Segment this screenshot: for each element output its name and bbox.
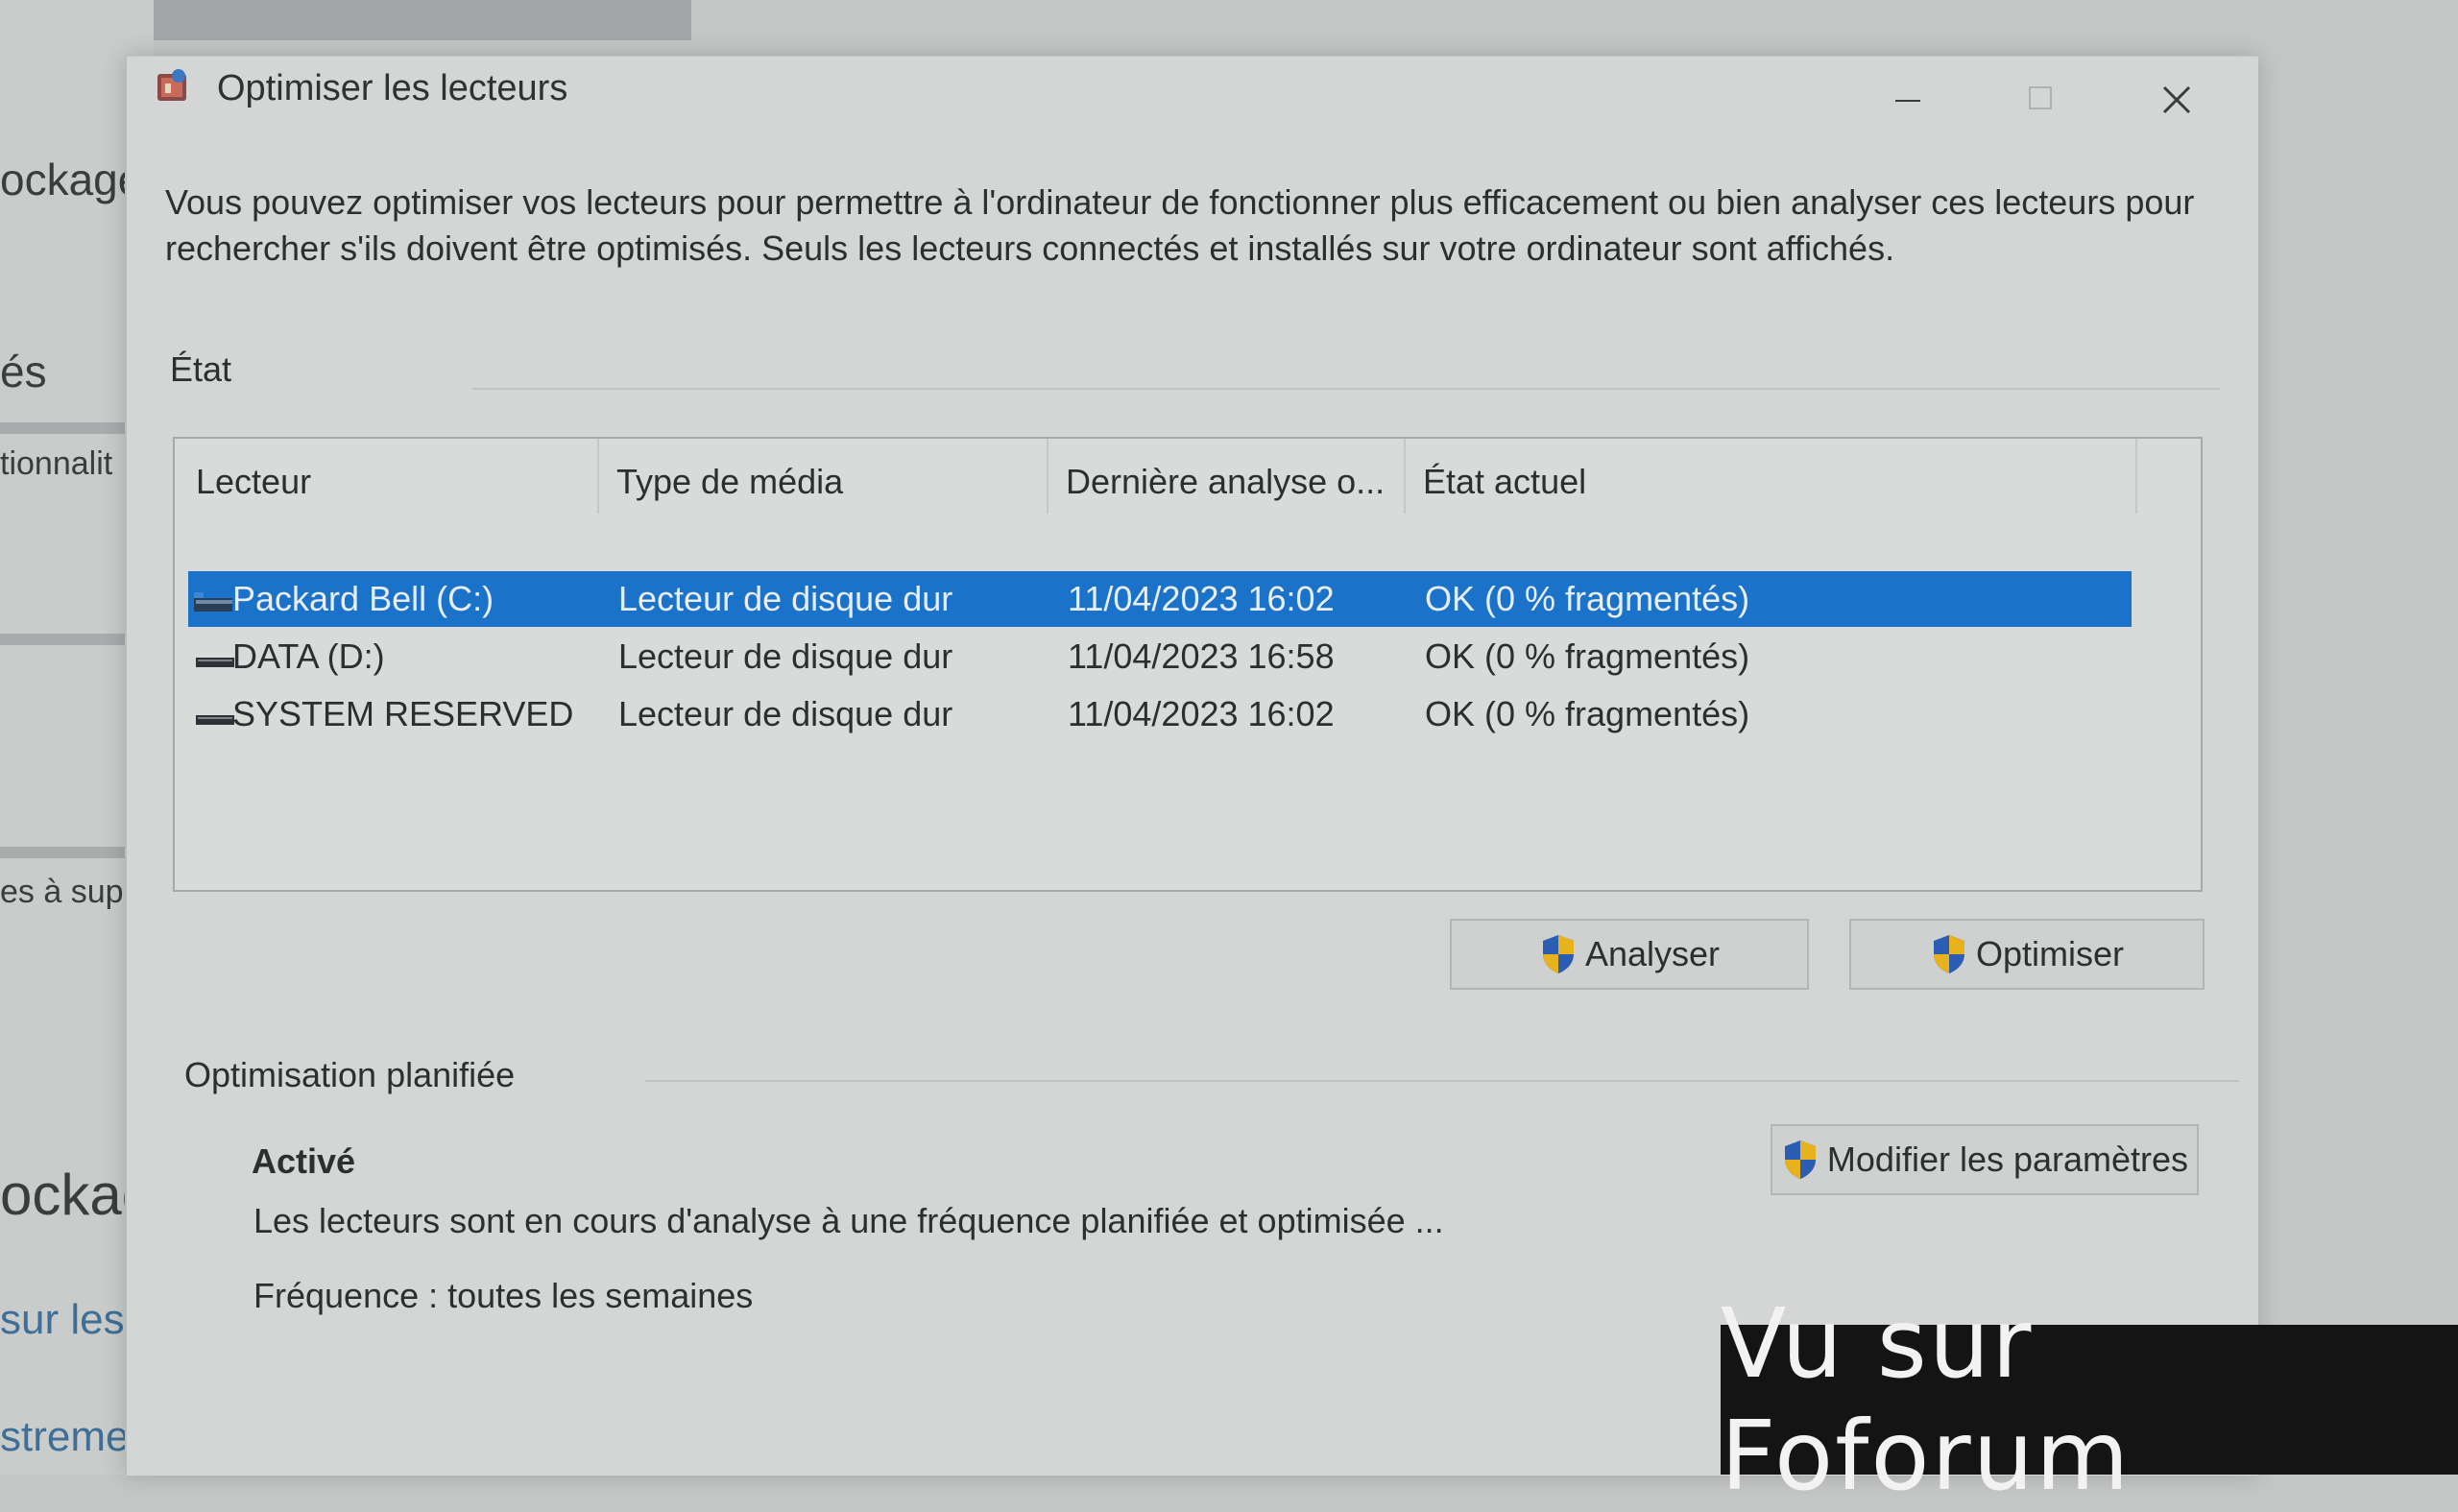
change-settings-button[interactable]: Modifier les paramètres <box>1771 1124 2199 1195</box>
background-divider <box>0 847 139 858</box>
table-row[interactable]: SYSTEM RESERVED Lecteur de disque dur 11… <box>188 686 2132 742</box>
change-settings-label: Modifier les paramètres <box>1826 1140 2189 1179</box>
watermark: Vu sur Foforum <box>1721 1287 2458 1512</box>
table-row[interactable]: DATA (D:) Lecteur de disque dur 11/04/20… <box>188 629 2132 684</box>
uac-shield-icon <box>1933 935 1964 973</box>
drive-name: DATA (D:) <box>232 636 385 676</box>
last-run: 11/04/2023 16:58 <box>1068 636 1335 676</box>
column-header-drive[interactable]: Lecteur <box>196 462 311 502</box>
column-header-media-type[interactable]: Type de média <box>616 462 843 502</box>
media-type: Lecteur de disque dur <box>618 694 953 733</box>
column-divider[interactable] <box>1404 439 1406 514</box>
dialog-description: Vous pouvez optimiser vos lecteurs pour … <box>165 182 2195 268</box>
schedule-frequency: Fréquence : toutes les semaines <box>253 1276 754 1315</box>
current-status: OK (0 % fragmentés) <box>1425 636 1750 676</box>
media-type: Lecteur de disque dur <box>618 579 953 618</box>
maximize-button[interactable] <box>2016 76 2064 124</box>
close-icon[interactable] <box>2153 76 2201 124</box>
defrag-app-icon <box>157 69 186 101</box>
column-divider[interactable] <box>597 439 599 514</box>
current-status: OK (0 % fragmentés) <box>1425 579 1750 618</box>
column-divider[interactable] <box>1047 439 1048 514</box>
last-run: 11/04/2023 16:02 <box>1068 579 1335 618</box>
optimize-drives-dialog: Optimiser les lecteurs Vous pouvez optim… <box>125 56 2258 1476</box>
optimize-label: Optimiser <box>1975 934 2125 973</box>
section-divider <box>645 1080 2239 1082</box>
drive-name: Packard Bell (C:) <box>232 579 494 619</box>
system-drive-icon <box>194 592 236 612</box>
optimize-button[interactable]: Optimiser <box>1849 919 2205 990</box>
schedule-description: Les lecteurs sont en cours d'analyse à u… <box>253 1201 1444 1240</box>
column-header-last-run[interactable]: Dernière analyse o... <box>1066 462 1385 502</box>
background-divider <box>0 634 139 645</box>
status-section-label: État <box>170 349 232 389</box>
last-run: 11/04/2023 16:02 <box>1068 694 1335 733</box>
drive-name: SYSTEM RESERVED <box>232 694 574 733</box>
media-type: Lecteur de disque dur <box>618 636 953 676</box>
analyze-label: Analyser <box>1584 934 1721 973</box>
hard-drive-icon <box>196 715 234 725</box>
minimize-button[interactable] <box>1884 76 1932 124</box>
window-title: Optimiser les lecteurs <box>217 68 568 108</box>
uac-shield-icon <box>1542 935 1574 973</box>
background-divider <box>0 422 139 434</box>
uac-shield-icon <box>1784 1140 1816 1179</box>
analyze-button[interactable]: Analyser <box>1450 919 1809 990</box>
column-divider[interactable] <box>2135 439 2137 514</box>
scheduled-optimization-label: Optimisation planifiée <box>184 1055 516 1094</box>
current-status: OK (0 % fragmentés) <box>1425 694 1750 733</box>
section-divider <box>472 388 2220 390</box>
drives-list[interactable]: Lecteur Type de média Dernière analyse o… <box>173 437 2203 892</box>
column-header-current-status[interactable]: État actuel <box>1423 462 1586 502</box>
schedule-status: Activé <box>252 1141 356 1181</box>
hard-drive-icon <box>196 658 234 667</box>
table-row[interactable]: Packard Bell (C:) Lecteur de disque dur … <box>188 571 2132 627</box>
